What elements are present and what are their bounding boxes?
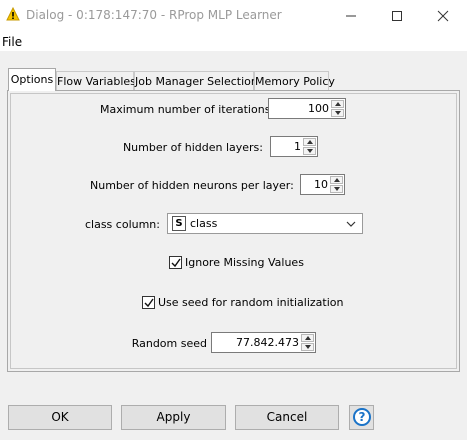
checkmark-icon (144, 298, 154, 308)
tab-job-manager-selection[interactable]: Job Manager Selection (134, 71, 258, 90)
max-iterations-value: 100 (308, 102, 329, 115)
chevron-down-icon (305, 345, 311, 349)
spinner-buttons (330, 176, 343, 193)
chevron-up-icon (305, 336, 311, 340)
ignore-missing-checkbox[interactable] (169, 256, 182, 269)
ignore-missing-label: Ignore Missing Values (185, 256, 304, 269)
chevron-up-icon (307, 140, 313, 144)
spin-up-button[interactable] (303, 138, 316, 146)
chevron-up-icon (334, 178, 340, 182)
hidden-layers-value: 1 (294, 140, 301, 153)
checkmark-icon (171, 258, 181, 268)
hidden-layers-spinner[interactable]: 1 (270, 136, 318, 157)
random-seed-value: 77.842.473 (236, 336, 299, 349)
apply-button[interactable]: Apply (121, 405, 226, 430)
spinner-buttons (303, 138, 316, 155)
ok-button[interactable]: OK (8, 405, 112, 430)
random-seed-spinner[interactable]: 77.842.473 (211, 332, 316, 353)
cancel-button[interactable]: Cancel (235, 405, 339, 430)
spin-down-button[interactable] (331, 109, 344, 117)
hidden-neurons-label: Number of hidden neurons per layer: (90, 179, 294, 192)
chevron-up-icon (335, 102, 341, 106)
spin-up-button[interactable] (301, 334, 314, 342)
title-bar: Dialog - 0:178:147:70 - RProp MLP Learne… (0, 0, 467, 31)
tab-flow-variables[interactable]: Flow Variables (56, 71, 136, 90)
tab-memory-policy[interactable]: Memory Policy (254, 71, 335, 90)
maximize-icon (392, 11, 402, 21)
spinner-buttons (331, 100, 344, 117)
hidden-neurons-spinner[interactable]: 10 (300, 174, 345, 195)
minimize-button[interactable] (328, 0, 374, 31)
class-column-value: class (190, 217, 218, 230)
spin-up-button[interactable] (330, 176, 343, 184)
menu-bar: File (0, 31, 467, 51)
hidden-layers-label: Number of hidden layers: (122, 141, 263, 154)
menu-file[interactable]: File (2, 35, 22, 49)
close-icon (437, 10, 449, 22)
help-button[interactable]: ? (349, 405, 374, 430)
spin-down-button[interactable] (303, 147, 316, 155)
minimize-icon (346, 15, 356, 17)
hidden-neurons-value: 10 (314, 178, 328, 191)
window-title: Dialog - 0:178:147:70 - RProp MLP Learne… (26, 8, 282, 22)
knime-warning-triangle-icon (6, 6, 20, 21)
spin-up-button[interactable] (331, 100, 344, 108)
close-button[interactable] (420, 0, 466, 31)
use-seed-label: Use seed for random initialization (158, 296, 344, 309)
spin-down-button[interactable] (330, 185, 343, 193)
chevron-down-icon (307, 149, 313, 153)
ignore-missing-checkbox-row[interactable]: Ignore Missing Values (169, 256, 304, 272)
help-icon: ? (353, 408, 371, 426)
string-type-icon: S (172, 216, 186, 231)
max-iterations-label: Maximum number of iterations: (100, 103, 275, 116)
spinner-buttons (301, 334, 314, 351)
use-seed-checkbox[interactable] (142, 296, 155, 309)
spin-down-button[interactable] (301, 343, 314, 351)
random-seed-label: Random seed (131, 337, 207, 350)
chevron-down-icon (335, 111, 341, 115)
chevron-down-icon (334, 187, 340, 191)
tab-options[interactable]: Options (8, 68, 56, 91)
class-column-label: class column: (84, 218, 160, 231)
maximize-button[interactable] (374, 0, 420, 31)
class-column-select[interactable]: S class (167, 213, 363, 234)
chevron-down-icon (346, 221, 356, 227)
max-iterations-spinner[interactable]: 100 (268, 98, 346, 119)
use-seed-checkbox-row[interactable]: Use seed for random initialization (142, 296, 343, 312)
